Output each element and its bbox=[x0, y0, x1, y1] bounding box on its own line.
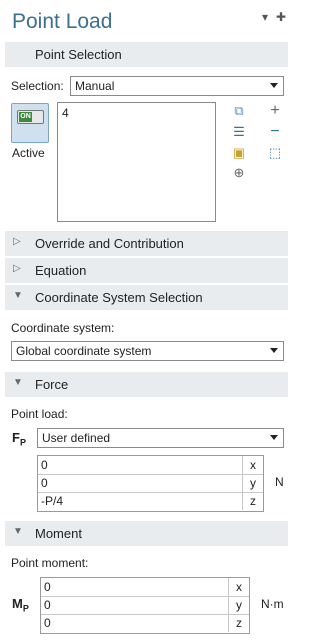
coordinate-system-value: Global coordinate system bbox=[16, 344, 152, 358]
selection-label: Selection: bbox=[11, 79, 64, 93]
section-label: Coordinate System Selection bbox=[35, 290, 203, 305]
clipboard-icon[interactable]: ▣ bbox=[231, 145, 247, 161]
moment-y-input[interactable]: 0 bbox=[44, 598, 51, 612]
clear-selection-icon[interactable]: ⬚ bbox=[267, 145, 283, 161]
component-label: z bbox=[228, 614, 249, 632]
moment-symbol: MP bbox=[12, 596, 29, 614]
force-y-input[interactable]: 0 bbox=[41, 476, 48, 490]
chevron-right-icon: ▷ bbox=[13, 263, 21, 274]
section-force[interactable]: ▼ Force bbox=[5, 372, 288, 397]
active-toggle-button[interactable]: ON bbox=[11, 103, 49, 143]
chevron-down-icon: ▼ bbox=[13, 290, 23, 301]
chevron-down-icon bbox=[270, 83, 278, 88]
list-item[interactable]: 4 bbox=[62, 106, 69, 120]
table-row: -P/4 z bbox=[38, 492, 263, 510]
force-z-input[interactable]: -P/4 bbox=[41, 494, 63, 508]
component-label: y bbox=[228, 596, 249, 614]
pin-icon[interactable]: ✚ bbox=[276, 10, 286, 24]
table-row: 0 y bbox=[41, 596, 249, 615]
section-label: Equation bbox=[35, 263, 87, 278]
dropdown-menu-icon[interactable]: ▾ bbox=[262, 10, 268, 24]
section-moment[interactable]: ▼ Moment bbox=[5, 521, 288, 546]
component-label: z bbox=[242, 492, 263, 510]
toggle-switch: ON bbox=[17, 110, 44, 124]
active-label: Active bbox=[12, 146, 45, 160]
point-moment-label: Point moment: bbox=[11, 556, 89, 570]
chevron-down-icon: ▼ bbox=[13, 526, 23, 537]
force-type-value: User defined bbox=[42, 431, 111, 445]
table-row: 0 y bbox=[38, 474, 263, 493]
force-symbol: FP bbox=[12, 430, 26, 448]
force-vector-table: 0 x 0 y -P/4 z bbox=[37, 455, 264, 512]
table-row: 0 x bbox=[38, 456, 263, 475]
section-label: Moment bbox=[35, 526, 82, 541]
section-label: Force bbox=[35, 377, 69, 392]
moment-symbol-letter: M bbox=[12, 596, 23, 611]
moment-z-input[interactable]: 0 bbox=[44, 616, 51, 630]
paste-selection-icon[interactable]: ⧉ bbox=[231, 103, 247, 119]
copy-selection-icon[interactable]: ☰ bbox=[231, 124, 247, 140]
section-point-selection[interactable]: Point Selection bbox=[5, 42, 288, 67]
toggle-on-text: ON bbox=[19, 112, 32, 122]
remove-icon[interactable]: − bbox=[267, 124, 283, 140]
moment-vector-table: 0 x 0 y 0 z bbox=[40, 577, 250, 634]
force-unit: N bbox=[275, 475, 284, 489]
panel-title: Point Load bbox=[12, 10, 113, 33]
component-label: y bbox=[242, 474, 263, 492]
coordinate-system-dropdown[interactable]: Global coordinate system bbox=[11, 341, 284, 361]
chevron-down-icon bbox=[270, 435, 278, 440]
chevron-down-icon bbox=[270, 348, 278, 353]
table-row: 0 z bbox=[41, 614, 249, 632]
chevron-down-icon: ▼ bbox=[13, 377, 23, 388]
section-override-contribution[interactable]: ▷ Override and Contribution bbox=[5, 231, 288, 256]
component-label: x bbox=[228, 578, 249, 596]
chevron-right-icon: ▷ bbox=[13, 236, 21, 247]
component-label: x bbox=[242, 456, 263, 474]
table-row: 0 x bbox=[41, 578, 249, 597]
zoom-to-selection-icon[interactable]: ⊕ bbox=[231, 165, 247, 181]
force-x-input[interactable]: 0 bbox=[41, 458, 48, 472]
moment-symbol-subscript: P bbox=[22, 603, 29, 614]
selection-listbox[interactable]: 4 bbox=[57, 102, 216, 222]
moment-x-input[interactable]: 0 bbox=[44, 580, 51, 594]
coordinate-system-label: Coordinate system: bbox=[11, 321, 115, 335]
section-label: Override and Contribution bbox=[35, 236, 184, 251]
section-equation[interactable]: ▷ Equation bbox=[5, 258, 288, 283]
section-label: Point Selection bbox=[35, 47, 122, 62]
point-load-label: Point load: bbox=[11, 407, 68, 421]
add-icon[interactable]: + bbox=[267, 103, 283, 119]
force-symbol-letter: F bbox=[12, 430, 20, 445]
selection-value: Manual bbox=[75, 79, 115, 93]
force-type-dropdown[interactable]: User defined bbox=[37, 428, 284, 448]
section-coordinate-system[interactable]: ▼ Coordinate System Selection bbox=[5, 285, 288, 310]
moment-unit: N·m bbox=[261, 597, 284, 611]
force-symbol-subscript: P bbox=[19, 437, 26, 448]
selection-dropdown[interactable]: Manual bbox=[70, 76, 284, 96]
